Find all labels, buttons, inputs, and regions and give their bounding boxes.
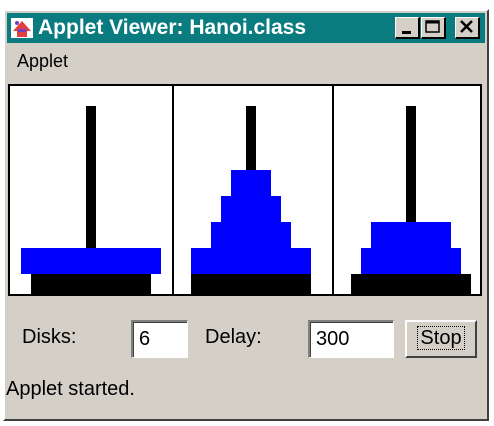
maximize-button[interactable]: [421, 17, 446, 39]
peg-divider-2: [332, 86, 334, 294]
delay-input[interactable]: 300: [308, 320, 394, 358]
disk: [191, 248, 311, 274]
close-icon: [460, 20, 473, 33]
window-title: Applet Viewer: Hanoi.class: [38, 16, 307, 39]
maximize-icon: [425, 20, 440, 33]
hanoi-canvas: [8, 84, 482, 296]
applet-app-icon: [11, 18, 33, 38]
disks-label: Disks:: [22, 326, 77, 348]
disk: [371, 222, 451, 248]
stop-button[interactable]: Stop: [405, 320, 477, 358]
tower-base: [351, 274, 471, 294]
delay-label: Delay:: [205, 326, 262, 348]
title-bar[interactable]: Applet Viewer: Hanoi.class: [7, 13, 485, 43]
minimize-button[interactable]: [395, 17, 420, 39]
menu-bar: Applet: [7, 45, 485, 75]
disks-input[interactable]: 6: [131, 320, 188, 358]
status-text: Applet started.: [6, 378, 135, 400]
disk: [21, 248, 161, 274]
disk: [231, 170, 271, 196]
disk: [361, 248, 461, 274]
peg-divider-1: [172, 86, 174, 294]
menu-applet[interactable]: Applet: [17, 51, 68, 72]
tower-base: [31, 274, 151, 294]
close-button[interactable]: [455, 17, 480, 39]
stop-button-label: Stop: [417, 326, 465, 350]
disk: [211, 222, 291, 248]
tower-base: [191, 274, 311, 294]
disk: [221, 196, 281, 222]
minimize-icon: [402, 31, 411, 34]
